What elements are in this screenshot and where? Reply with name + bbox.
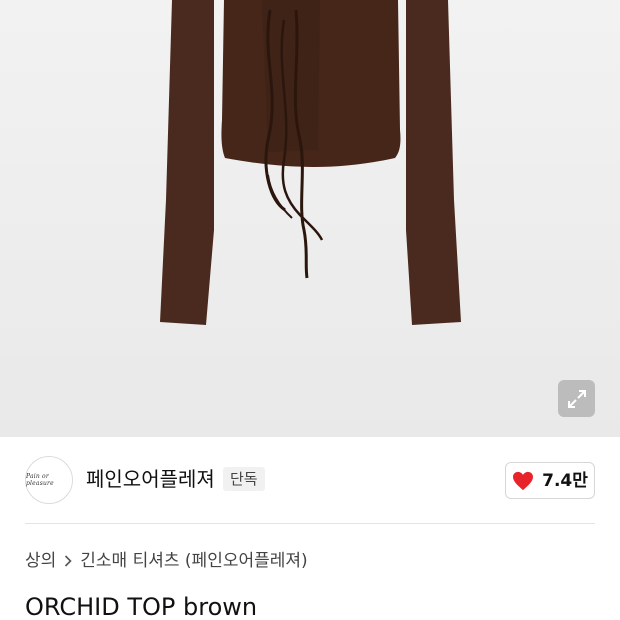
- brand-logo-text: Pain or pleasure: [26, 473, 54, 487]
- breadcrumb-category[interactable]: 상의: [25, 550, 56, 572]
- exclusive-badge: 단독: [223, 467, 265, 491]
- heart-icon: [513, 471, 534, 490]
- product-image-area[interactable]: [0, 0, 620, 437]
- brand-logo[interactable]: Pain or pleasure: [25, 456, 73, 504]
- product-photo: [160, 0, 461, 325]
- brand-row: Pain or pleasure 페인오어플레져 단독 7.4만: [0, 437, 620, 523]
- chevron-right-icon: [64, 555, 72, 567]
- expand-image-button[interactable]: [558, 380, 595, 417]
- divider: [25, 523, 595, 524]
- expand-arrows-icon: [567, 389, 586, 408]
- like-button[interactable]: 7.4만: [505, 462, 595, 499]
- breadcrumb: 상의 긴소매 티셔츠 (페인오어플레져): [25, 550, 308, 572]
- brand-name[interactable]: 페인오어플레져: [86, 467, 215, 491]
- product-title: ORCHID TOP brown: [25, 593, 258, 620]
- breadcrumb-subcategory[interactable]: 긴소매 티셔츠 (페인오어플레져): [80, 550, 307, 572]
- like-count: 7.4만: [542, 470, 588, 491]
